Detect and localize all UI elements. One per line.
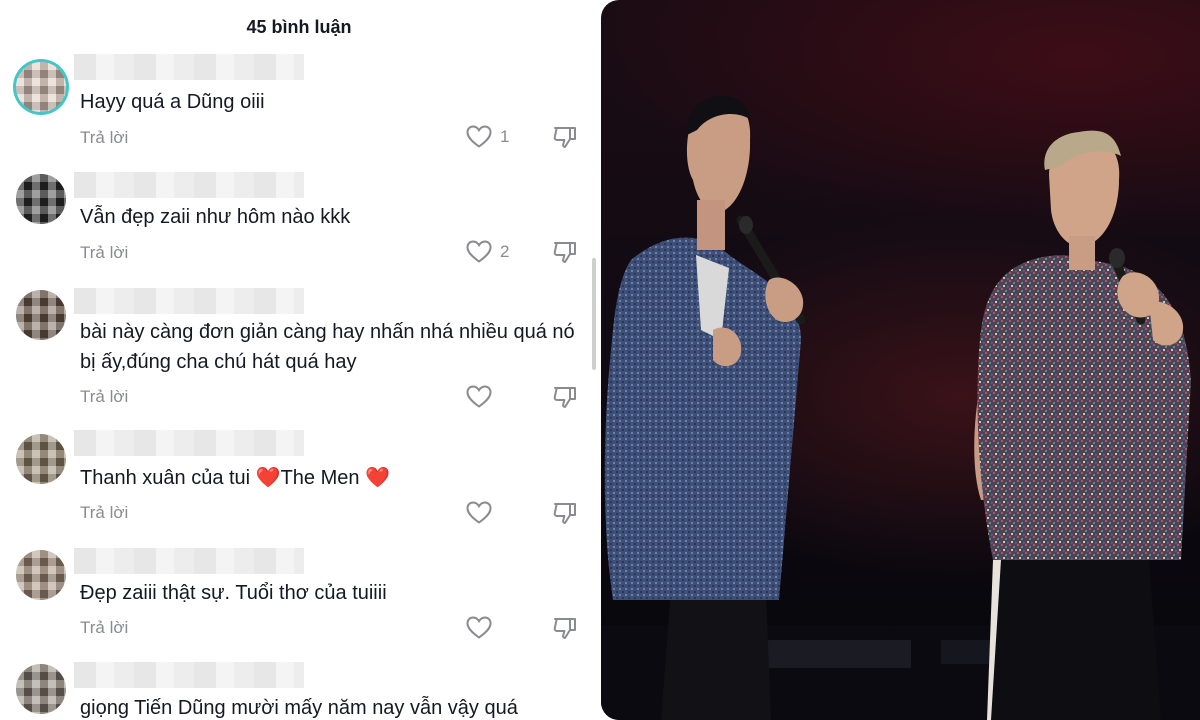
username-blurred[interactable] xyxy=(74,662,304,688)
heart-emoji: ❤️ xyxy=(365,467,390,489)
comments-count-title: 45 bình luận xyxy=(246,17,352,37)
comment-item: Thanh xuân của tui ❤️The Men ❤️ Trả lời xyxy=(0,428,590,538)
comment-text-part: Thanh xuân của tui xyxy=(80,467,256,489)
thumbs-down-icon[interactable] xyxy=(552,124,578,150)
comment-item: Hayy quá a Dũng oiii Trả lời 1 xyxy=(0,52,590,162)
comment-text-part: The Men xyxy=(280,467,366,489)
avatar[interactable] xyxy=(16,174,66,224)
username-blurred[interactable] xyxy=(74,548,304,574)
thumbs-down-icon[interactable] xyxy=(552,384,578,410)
username-blurred[interactable] xyxy=(74,54,304,80)
reply-button[interactable]: Trả lời xyxy=(80,243,128,263)
like-button[interactable] xyxy=(466,385,526,409)
comment-text: Hayy quá a Dũng oiii xyxy=(80,91,265,113)
scrollbar[interactable] xyxy=(592,258,596,370)
heart-outline-icon xyxy=(466,385,492,408)
heart-emoji: ❤️ xyxy=(255,467,281,489)
username-blurred[interactable] xyxy=(74,288,304,314)
reply-button[interactable]: Trả lời xyxy=(80,618,128,638)
comments-panel: 45 bình luận Hayy quá a Dũng oiii Trả lờ… xyxy=(0,0,598,720)
thumbs-down-icon[interactable] xyxy=(552,615,578,641)
comment-item: Đẹp zaiii thật sự. Tuổi thơ của tuiiii T… xyxy=(0,544,590,654)
thumbs-down-icon[interactable] xyxy=(552,500,578,526)
reply-button[interactable]: Trả lời xyxy=(80,128,128,148)
avatar[interactable] xyxy=(16,62,66,112)
comment-text: bài này càng đơn giản càng hay nhấn nhá … xyxy=(80,321,575,373)
comment-item: giọng Tiến Dũng mười mấy năm nay vẫn vậy… xyxy=(0,658,590,720)
comment-item: Vẫn đẹp zaii như hôm nào kkk Trả lời 2 xyxy=(0,168,590,278)
heart-outline-icon xyxy=(466,616,492,639)
like-count: 1 xyxy=(500,127,510,146)
thumbs-down-icon[interactable] xyxy=(552,239,578,265)
reply-button[interactable]: Trả lời xyxy=(80,387,128,407)
reply-button[interactable]: Trả lời xyxy=(80,503,128,523)
comment-text: Đẹp zaiii thật sự. Tuổi thơ của tuiiii xyxy=(80,582,387,604)
comment-text: Vẫn đẹp zaii như hôm nào kkk xyxy=(80,206,351,228)
comment-text: giọng Tiến Dũng mười mấy năm nay vẫn vậy… xyxy=(80,697,518,719)
like-button[interactable]: 2 xyxy=(466,240,526,264)
concert-photo-illustration xyxy=(601,96,1200,720)
heart-outline-icon xyxy=(466,240,492,263)
username-blurred[interactable] xyxy=(74,430,304,456)
comment-text: Thanh xuân của tui ❤️The Men ❤️ xyxy=(80,463,580,493)
avatar[interactable] xyxy=(16,664,66,714)
avatar[interactable] xyxy=(16,434,66,484)
username-blurred[interactable] xyxy=(74,172,304,198)
like-count: 2 xyxy=(500,242,510,261)
like-button[interactable] xyxy=(466,616,526,640)
comment-item: bài này càng đơn giản càng hay nhấn nhá … xyxy=(0,284,590,414)
heart-outline-icon xyxy=(466,125,492,148)
concert-photo xyxy=(601,0,1200,720)
avatar[interactable] xyxy=(16,290,66,340)
like-button[interactable] xyxy=(466,501,526,525)
like-button[interactable]: 1 xyxy=(466,125,526,149)
heart-outline-icon xyxy=(466,501,492,524)
avatar[interactable] xyxy=(16,550,66,600)
